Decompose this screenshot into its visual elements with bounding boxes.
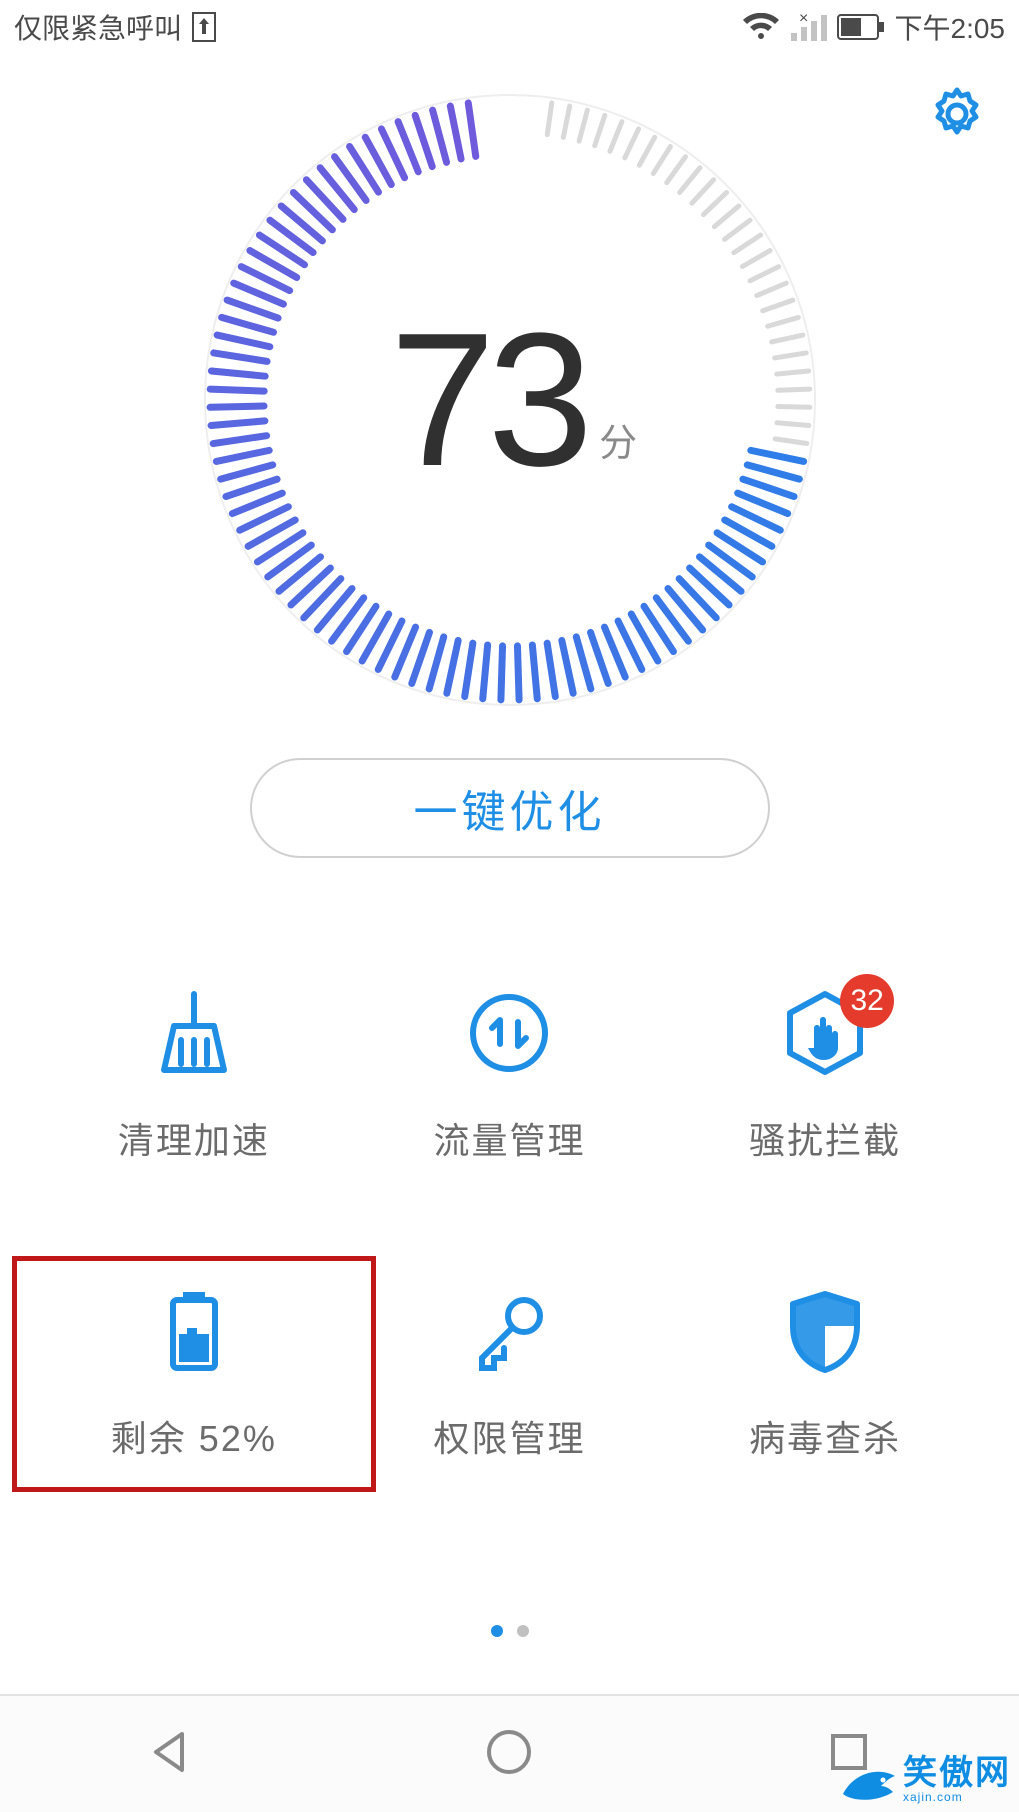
- tile-permission[interactable]: 权限管理: [352, 1274, 668, 1474]
- score-unit: 分: [599, 412, 629, 467]
- shield-icon: [780, 1286, 870, 1376]
- tile-label: 清理加速: [118, 1112, 270, 1164]
- tile-label: 病毒查杀: [749, 1410, 901, 1462]
- tile-label: 流量管理: [433, 1112, 585, 1164]
- page-dot-active: [491, 1625, 503, 1637]
- feature-grid: 清理加速 流量管理 32 骚扰拦截: [0, 976, 1019, 1474]
- page-indicator: [491, 1625, 529, 1637]
- tile-virus[interactable]: 病毒查杀: [667, 1274, 983, 1474]
- optimize-button[interactable]: 一键优化: [250, 758, 770, 858]
- gear-icon: [929, 86, 985, 142]
- battery-level-icon: [149, 1286, 239, 1376]
- wifi-icon: [741, 13, 781, 41]
- back-triangle-icon: [142, 1724, 198, 1780]
- signal-icon: ×: [791, 13, 827, 41]
- battery-icon: [837, 14, 885, 40]
- watermark: 笑傲网 xajin.com: [839, 1745, 1011, 1804]
- tile-battery[interactable]: 剩余 52%: [36, 1274, 352, 1474]
- tile-label: 剩余 52%: [111, 1410, 277, 1462]
- status-bar: 仅限紧急呼叫 × 下午2:05: [0, 0, 1019, 54]
- upload-icon: [192, 12, 216, 42]
- tile-block[interactable]: 32 骚扰拦截: [667, 976, 983, 1176]
- score-value: 73: [390, 291, 585, 509]
- health-gauge: 73 分: [200, 90, 820, 710]
- tile-label: 骚扰拦截: [749, 1112, 901, 1164]
- badge-count: 32: [840, 974, 894, 1028]
- nav-back-button[interactable]: [142, 1724, 198, 1785]
- settings-button[interactable]: [929, 86, 985, 142]
- page-dot: [517, 1625, 529, 1637]
- status-time: 下午2:05: [895, 7, 1006, 47]
- key-icon: [464, 1286, 554, 1376]
- nav-home-button[interactable]: [481, 1724, 537, 1785]
- updown-icon: [464, 988, 554, 1078]
- broom-icon: [149, 988, 239, 1078]
- tile-traffic[interactable]: 流量管理: [352, 976, 668, 1176]
- shark-icon: [839, 1762, 899, 1804]
- tile-label: 权限管理: [433, 1410, 585, 1462]
- watermark-text: 笑傲网: [903, 1745, 1011, 1794]
- home-circle-icon: [481, 1724, 537, 1780]
- svg-text:×: ×: [799, 13, 808, 27]
- tile-clean[interactable]: 清理加速: [36, 976, 352, 1176]
- status-left-text: 仅限紧急呼叫: [14, 7, 182, 47]
